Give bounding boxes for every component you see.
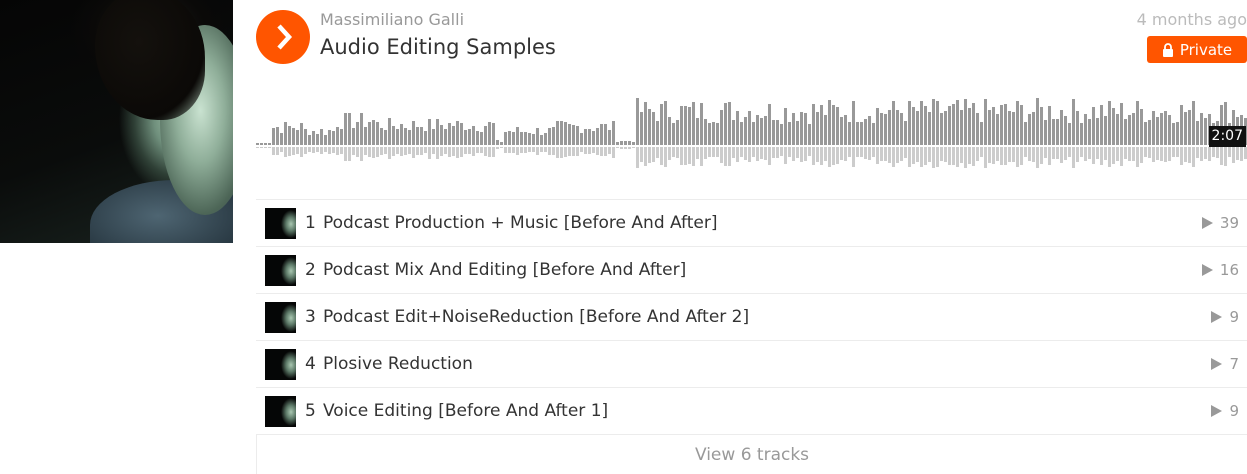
track-thumbnail — [265, 208, 296, 239]
posted-time: 4 months ago — [1136, 10, 1247, 29]
play-count-value: 9 — [1229, 308, 1239, 326]
view-all-tracks-link[interactable]: View 6 tracks — [256, 434, 1247, 474]
play-count-value: 16 — [1219, 261, 1239, 279]
lock-icon — [1162, 42, 1173, 57]
set-artwork[interactable] — [0, 0, 233, 243]
private-label: Private — [1179, 40, 1233, 59]
track-title[interactable]: Podcast Production + Music [Before And A… — [323, 200, 717, 246]
track-title[interactable]: Podcast Edit+NoiseReduction [Before And … — [323, 294, 749, 340]
track-thumbnail — [265, 255, 296, 286]
track-thumbnail — [265, 302, 296, 333]
track-thumbnail — [265, 349, 296, 380]
track-title[interactable]: Voice Editing [Before And After 1] — [323, 388, 608, 434]
username-link[interactable]: Massimiliano Galli — [320, 10, 464, 29]
play-count-value: 9 — [1229, 402, 1239, 420]
play-count-icon — [1211, 405, 1223, 417]
track-row[interactable]: 2 Podcast Mix And Editing [Before And Af… — [256, 246, 1247, 293]
track-title[interactable]: Plosive Reduction — [323, 341, 473, 387]
track-number: 3 — [305, 307, 316, 327]
play-count-icon — [1211, 358, 1223, 370]
artwork-hair — [95, 0, 205, 120]
track-number: 2 — [305, 260, 316, 280]
play-icon — [277, 24, 293, 50]
track-play-count: 9 — [1209, 388, 1239, 434]
private-badge: Private — [1147, 36, 1247, 63]
track-row[interactable]: 1 Podcast Production + Music [Before And… — [256, 199, 1247, 246]
play-count-icon — [1211, 311, 1223, 323]
play-count-icon — [1201, 264, 1213, 276]
waveform-bars — [256, 98, 1247, 168]
duration-label: 2:07 — [1208, 126, 1246, 147]
track-play-count: 7 — [1209, 341, 1239, 387]
track-number: 5 — [305, 401, 316, 421]
play-button[interactable] — [256, 10, 310, 64]
play-count-value: 7 — [1229, 355, 1239, 373]
set-title[interactable]: Audio Editing Samples — [320, 35, 556, 59]
play-count-icon — [1201, 217, 1213, 229]
track-play-count: 39 — [1200, 200, 1239, 246]
track-play-count: 9 — [1209, 294, 1239, 340]
track-list: 1 Podcast Production + Music [Before And… — [256, 199, 1247, 474]
play-count-value: 39 — [1219, 214, 1239, 232]
track-row[interactable]: 5 Voice Editing [Before And After 1] 9 — [256, 387, 1247, 434]
track-play-count: 16 — [1200, 247, 1239, 293]
track-number: 1 — [305, 213, 316, 233]
waveform[interactable] — [256, 95, 1247, 175]
track-title[interactable]: Podcast Mix And Editing [Before And Afte… — [323, 247, 686, 293]
track-row[interactable]: 4 Plosive Reduction 7 — [256, 340, 1247, 387]
track-row[interactable]: 3 Podcast Edit+NoiseReduction [Before An… — [256, 293, 1247, 340]
track-number: 4 — [305, 354, 316, 374]
track-thumbnail — [265, 396, 296, 427]
